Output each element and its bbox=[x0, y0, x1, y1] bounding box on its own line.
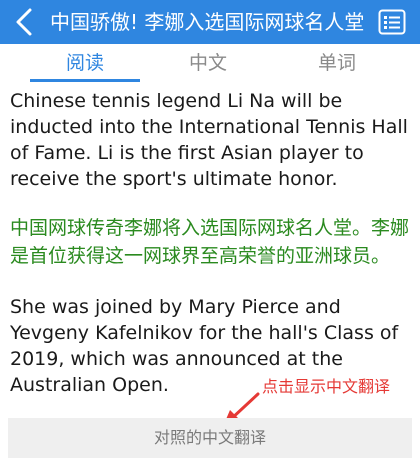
page-title: 中国骄傲! 李娜入选国际网球名人堂 bbox=[50, 10, 365, 34]
tab-reading[interactable]: 阅读 bbox=[35, 44, 135, 82]
tab-bar: 阅读 中文 单词 bbox=[0, 44, 420, 82]
back-chevron-icon[interactable] bbox=[10, 6, 40, 38]
top-app-bar: 中国骄傲! 李娜入选国际网球名人堂 bbox=[0, 0, 420, 44]
tab-chinese[interactable]: 中文 bbox=[158, 44, 258, 82]
english-paragraph-1: Chinese tennis legend Li Na will be indu… bbox=[10, 90, 408, 190]
active-tab-indicator bbox=[30, 79, 140, 82]
list-menu-icon[interactable] bbox=[378, 9, 406, 35]
annotation-label: 点击显示中文翻译 bbox=[262, 377, 391, 396]
article-body: Chinese tennis legend Li Na will be indu… bbox=[10, 86, 414, 398]
show-translation-button[interactable]: 对照的中文翻译 bbox=[8, 418, 412, 458]
tab-words[interactable]: 单词 bbox=[287, 44, 387, 82]
chinese-translation-paragraph: 中国网球传奇李娜将入选国际网球名人堂。李娜是首位获得这一网球界至高荣誉的亚洲球员… bbox=[10, 217, 410, 267]
